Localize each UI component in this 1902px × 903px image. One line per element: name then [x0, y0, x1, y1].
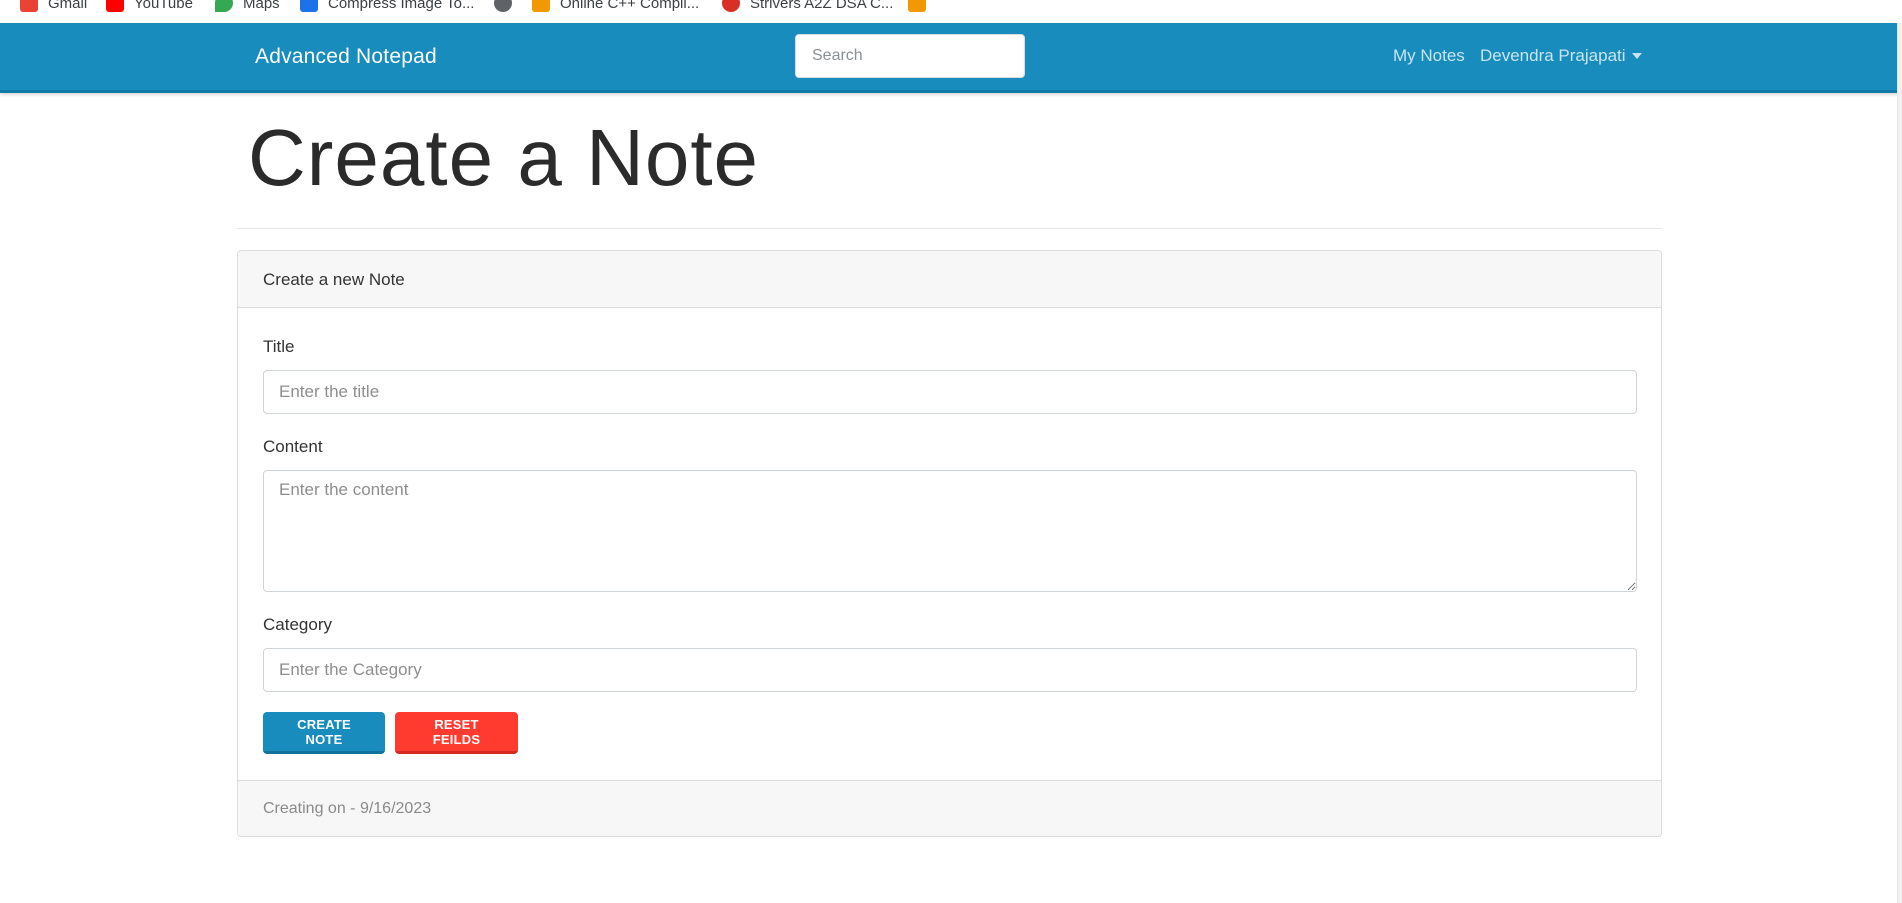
bookmark-maps[interactable]: Maps [215, 0, 280, 13]
maps-icon [215, 0, 233, 12]
nav-my-notes[interactable]: My Notes [1393, 46, 1465, 66]
content-label: Content [263, 437, 323, 456]
user-dropdown[interactable]: Devendra Prajapati [1480, 46, 1642, 66]
bookmark-youtube[interactable]: YouTube [106, 0, 193, 13]
scrollbar[interactable] [1897, 23, 1902, 903]
bookmark-compiler[interactable]: Online C++ Compil... [532, 0, 699, 13]
search-input[interactable] [795, 34, 1025, 78]
divider [237, 228, 1662, 229]
pma-icon [908, 0, 926, 12]
card-footer: Creating on - 9/16/2023 [238, 780, 1661, 836]
create-note-button[interactable]: Create Note [263, 712, 385, 754]
page-title: Create a Note [248, 113, 760, 202]
bookmark-striver[interactable]: Strivers A2Z DSA C... [722, 0, 893, 13]
youtube-icon [106, 0, 124, 12]
globe-icon [494, 0, 512, 12]
category-field[interactable] [263, 648, 1637, 692]
bookmark-label: Maps [243, 0, 280, 12]
bookmark-label: Compress Image To... [328, 0, 475, 12]
brand-link[interactable]: Advanced Notepad [255, 45, 437, 69]
compiler-icon [532, 0, 550, 12]
bookmark-label: Online C++ Compil... [560, 0, 700, 12]
bookmark-label: YouTube [134, 0, 193, 12]
bookmark-pma[interactable] [908, 0, 936, 13]
bookmark-globe[interactable] [494, 0, 522, 13]
bookmark-gmail[interactable]: Gmail [20, 0, 87, 13]
striver-icon [722, 0, 740, 12]
reset-fields-button[interactable]: Reset Feilds [395, 712, 518, 754]
bookmark-compress[interactable]: Compress Image To... [300, 0, 474, 13]
title-label: Title [263, 337, 295, 356]
card-header: Create a new Note [238, 251, 1661, 308]
user-name: Devendra Prajapati [1480, 46, 1626, 65]
creation-date: Creating on - 9/16/2023 [263, 800, 432, 817]
chevron-down-icon [1631, 53, 1642, 59]
gmail-icon [20, 0, 38, 12]
navbar: Advanced Notepad My Notes Devendra Praja… [0, 23, 1902, 93]
title-field[interactable] [263, 370, 1637, 414]
bookmarks-bar: Gmail YouTube Maps Compress Image To... … [0, 0, 1902, 23]
bookmark-label: Gmail [48, 0, 88, 12]
content-field[interactable] [263, 470, 1637, 592]
create-note-card: Create a new Note Title Content Category… [237, 250, 1662, 837]
compress-icon [300, 0, 318, 12]
category-label: Category [263, 615, 332, 634]
bookmark-label: Strivers A2Z DSA C... [750, 0, 894, 12]
card-header-title: Create a new Note [263, 270, 405, 289]
